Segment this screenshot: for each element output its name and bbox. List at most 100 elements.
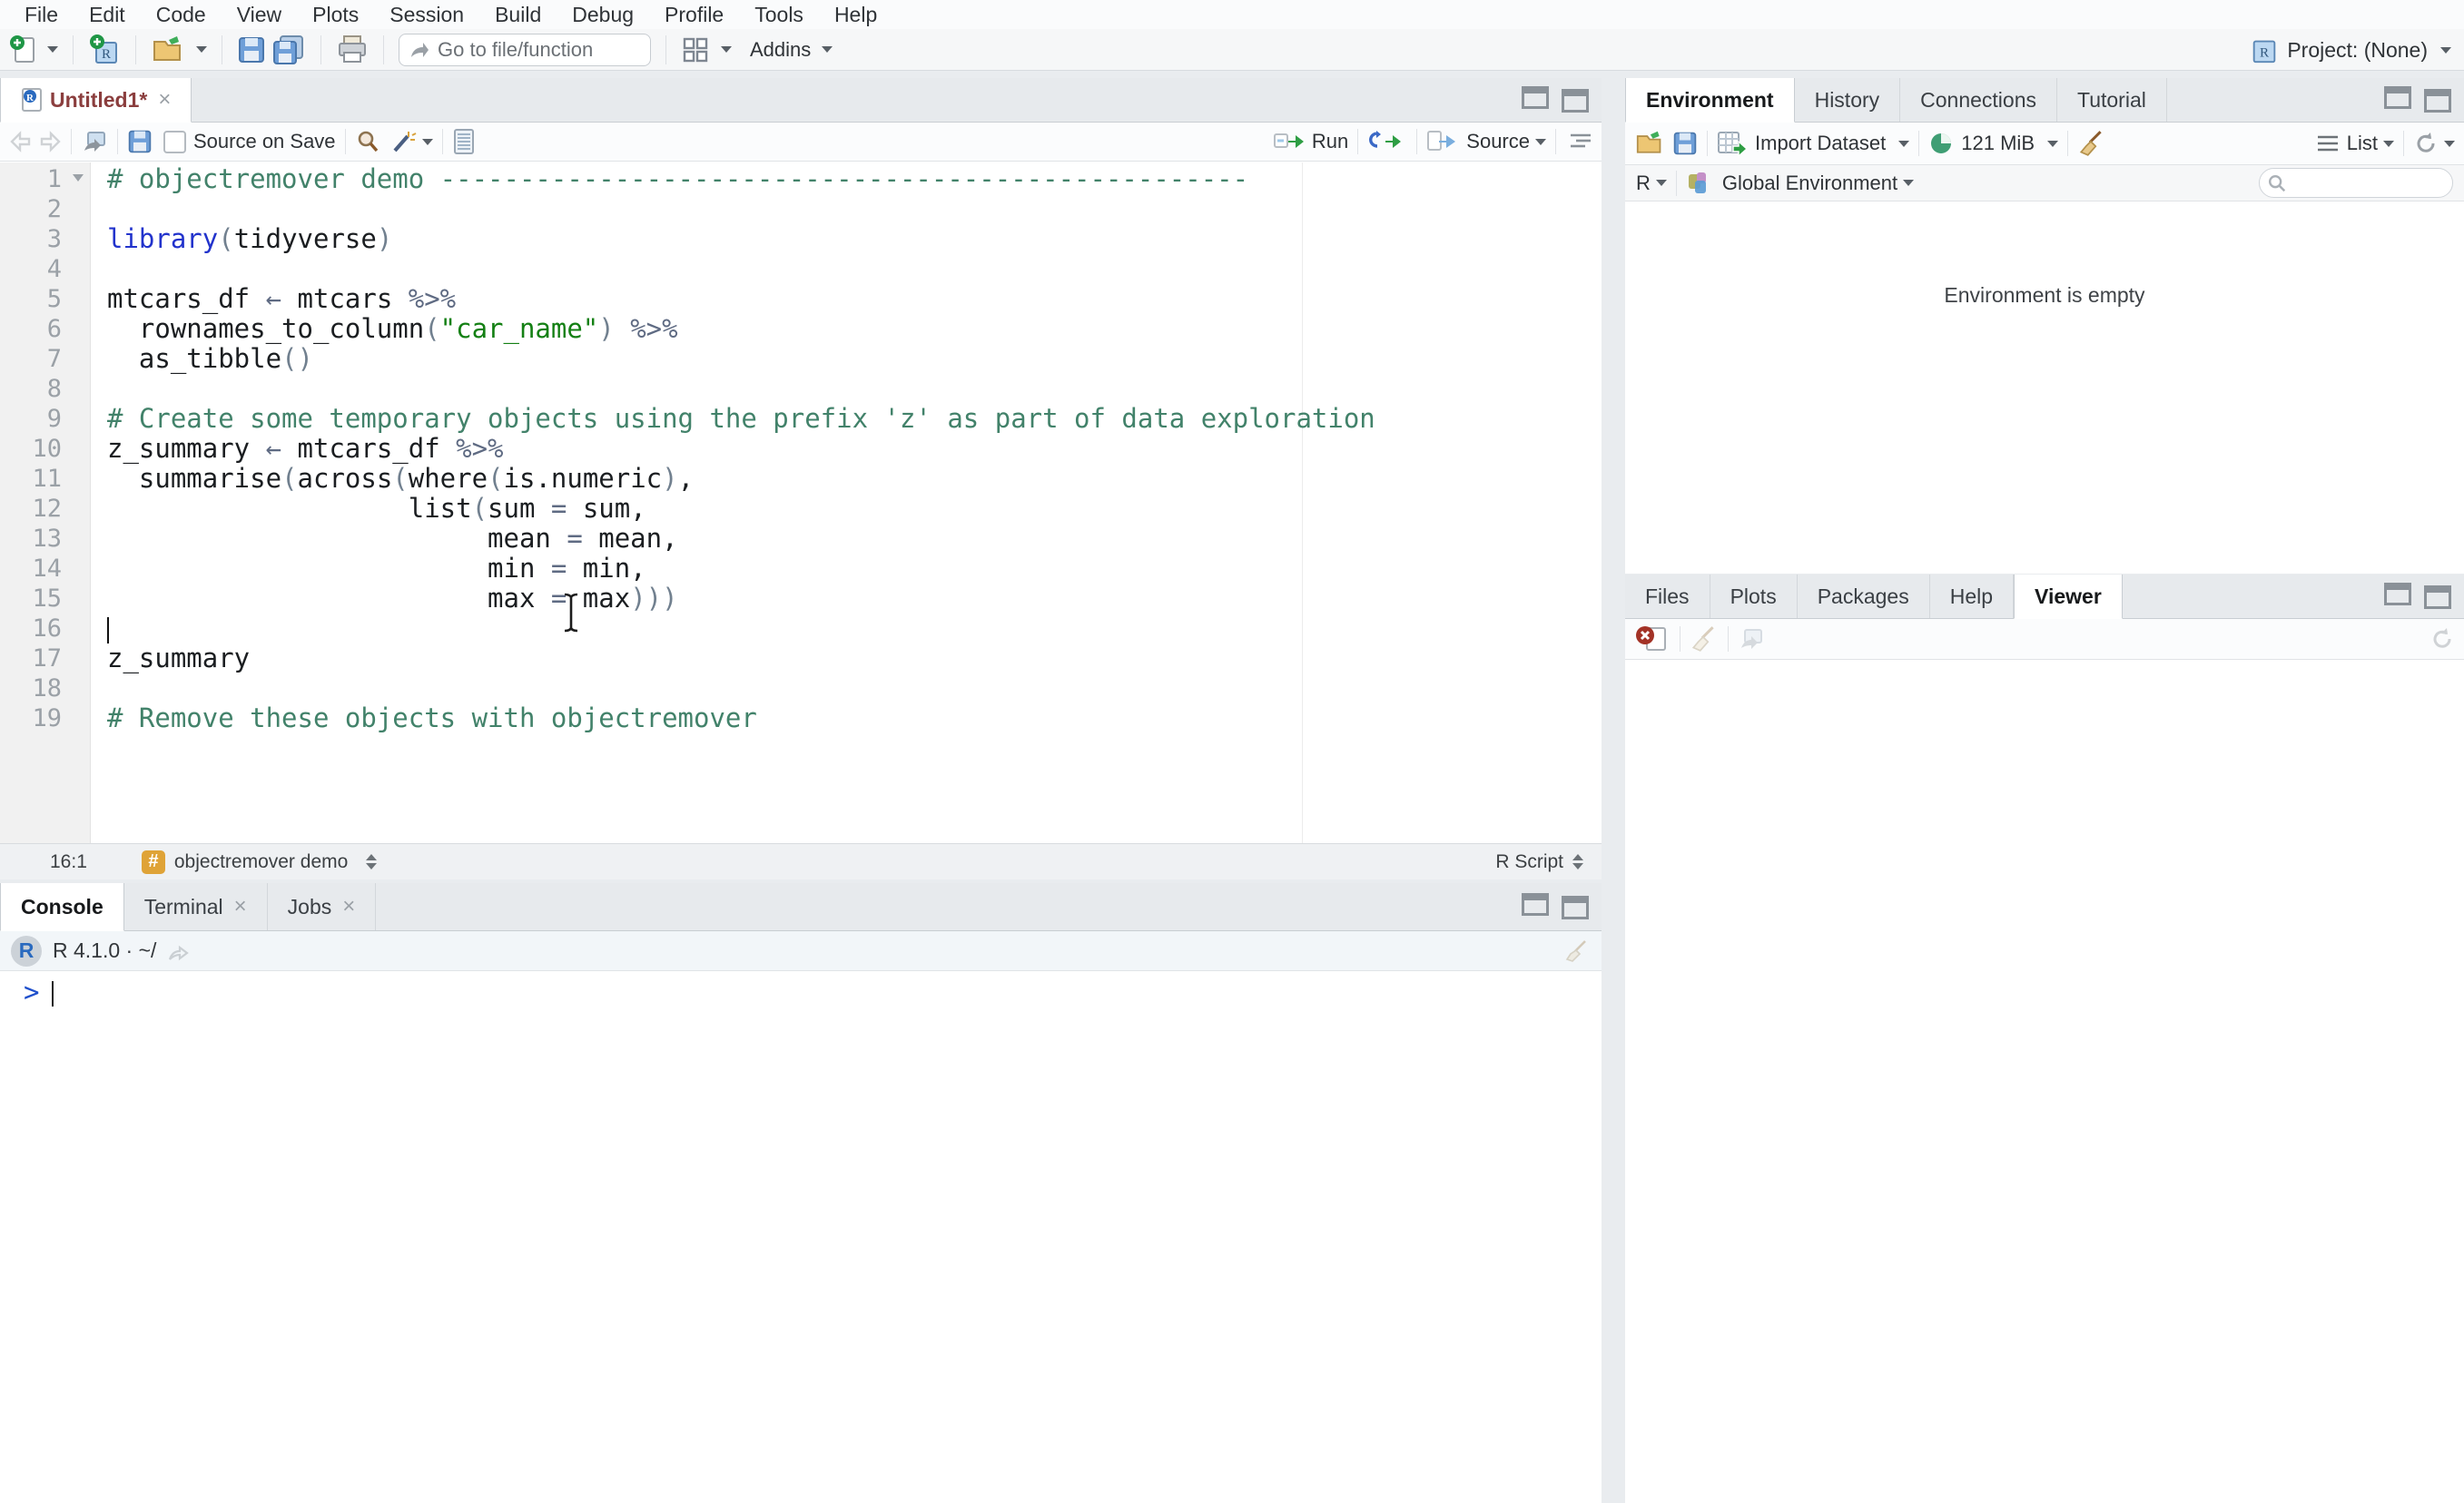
code-line-6[interactable]: 6 rownames_to_column("car_name") %>% xyxy=(0,314,1602,344)
file-type-selector[interactable]: R Script xyxy=(1495,851,1583,873)
document-outline-icon[interactable] xyxy=(1565,131,1592,152)
maximize-pane-icon[interactable] xyxy=(1562,89,1589,113)
code-line-16[interactable]: 16 xyxy=(0,614,1602,643)
code-tools-caret[interactable] xyxy=(421,138,433,145)
fold-arrow-icon[interactable] xyxy=(73,174,84,182)
code-line-5[interactable]: 5 mtcars_df ← mtcars %>% xyxy=(0,284,1602,314)
menu-build[interactable]: Build xyxy=(479,0,557,29)
code-line-3[interactable]: 3 library(tidyverse) xyxy=(0,224,1602,254)
files-tab-files[interactable]: Files xyxy=(1625,575,1710,618)
code-tools-icon[interactable] xyxy=(389,129,417,154)
rerun-button[interactable] xyxy=(1367,130,1407,153)
list-view-icon[interactable] xyxy=(2316,133,2340,153)
code-line-13[interactable]: 13 mean = mean, xyxy=(0,524,1602,554)
env-tab-history[interactable]: History xyxy=(1795,78,1901,122)
menu-view[interactable]: View xyxy=(222,0,297,29)
compile-report-icon[interactable] xyxy=(452,128,476,155)
minimize-viewer-icon[interactable] xyxy=(2382,583,2413,607)
menu-profile[interactable]: Profile xyxy=(649,0,739,29)
env-tab-environment[interactable]: Environment xyxy=(1625,78,1795,123)
run-button[interactable]: Run xyxy=(1273,130,1348,153)
menu-edit[interactable]: Edit xyxy=(74,0,141,29)
env-tab-connections[interactable]: Connections xyxy=(1900,78,2057,122)
code-line-11[interactable]: 11 summarise(across(where(is.numeric), xyxy=(0,464,1602,494)
code-line-17[interactable]: 17 z_summary xyxy=(0,643,1602,673)
code-line-15[interactable]: 15 max = max))) xyxy=(0,584,1602,614)
menu-help[interactable]: Help xyxy=(819,0,892,29)
addins-caret[interactable] xyxy=(822,46,833,53)
menu-tools[interactable]: Tools xyxy=(739,0,819,29)
viewer-broom-icon[interactable] xyxy=(1690,624,1719,653)
viewer-popout-icon[interactable] xyxy=(1738,626,1765,652)
save-workspace-icon[interactable] xyxy=(1672,131,1698,156)
editor-surface[interactable]: 1 # objectremover demo ------------------… xyxy=(0,162,1602,843)
code-line-14[interactable]: 14 min = min, xyxy=(0,554,1602,584)
minimize-env-icon[interactable] xyxy=(2382,86,2413,111)
console-tab-terminal[interactable]: Terminal × xyxy=(124,883,268,930)
code-line-18[interactable]: 18 xyxy=(0,673,1602,703)
print-icon[interactable] xyxy=(336,34,369,65)
environment-search-input[interactable] xyxy=(2259,168,2453,198)
open-file-dropdown-caret[interactable] xyxy=(196,46,207,53)
close-icon[interactable]: × xyxy=(234,894,247,919)
list-view-label[interactable]: List xyxy=(2347,132,2378,155)
list-view-caret[interactable] xyxy=(2383,140,2394,147)
code-line-10[interactable]: 10 z_summary ← mtcars_df %>% xyxy=(0,434,1602,464)
source-on-save-checkbox[interactable]: Source on Save xyxy=(163,130,336,153)
tab-untitled1[interactable]: R Untitled1* × xyxy=(0,78,192,123)
memory-usage-button[interactable]: 121 MiB xyxy=(1928,131,2058,156)
files-tab-packages[interactable]: Packages xyxy=(1798,575,1930,618)
refresh-caret[interactable] xyxy=(2444,140,2455,147)
new-file-dropdown-caret[interactable] xyxy=(47,46,58,53)
menu-code[interactable]: Code xyxy=(141,0,222,29)
files-tab-plots[interactable]: Plots xyxy=(1710,575,1798,618)
pane-layout-caret[interactable] xyxy=(721,46,732,53)
tab-close-icon[interactable]: × xyxy=(158,87,171,113)
code-line-1[interactable]: 1 # objectremover demo ------------------… xyxy=(0,164,1602,194)
find-icon[interactable] xyxy=(355,129,380,154)
console-popout-icon[interactable] xyxy=(167,940,191,962)
code-line-8[interactable]: 8 xyxy=(0,374,1602,404)
maximize-env-icon[interactable] xyxy=(2424,89,2451,113)
minimize-pane-icon[interactable] xyxy=(1520,86,1551,111)
save-icon[interactable] xyxy=(127,129,153,154)
files-tab-viewer[interactable]: Viewer xyxy=(2014,575,2123,619)
forward-icon[interactable] xyxy=(38,131,62,152)
project-menu-button[interactable]: R Project: (None) xyxy=(2249,34,2451,65)
popout-icon[interactable] xyxy=(81,129,108,154)
code-line-7[interactable]: 7 as_tibble() xyxy=(0,344,1602,374)
import-dataset-button[interactable]: Import Dataset xyxy=(1717,131,1910,156)
refresh-environment-icon[interactable] xyxy=(2413,131,2439,156)
maximize-viewer-icon[interactable] xyxy=(2424,585,2451,609)
r-scope-selector[interactable]: R xyxy=(1636,172,1667,195)
back-icon[interactable] xyxy=(9,131,33,152)
save-all-icon[interactable] xyxy=(271,34,306,65)
code-line-2[interactable]: 2 xyxy=(0,194,1602,224)
new-project-icon[interactable]: R xyxy=(88,34,121,66)
code-line-9[interactable]: 9 # Create some temporary objects using t… xyxy=(0,404,1602,434)
files-tab-help[interactable]: Help xyxy=(1930,575,2015,618)
open-file-icon[interactable] xyxy=(151,34,185,65)
env-tab-tutorial[interactable]: Tutorial xyxy=(2057,78,2167,122)
console-tab-jobs[interactable]: Jobs × xyxy=(268,883,377,930)
menu-file[interactable]: File xyxy=(9,0,74,29)
addins-button[interactable]: Addins xyxy=(750,38,811,62)
source-caret[interactable] xyxy=(1535,138,1546,145)
console-input-area[interactable]: > xyxy=(0,971,1602,1007)
maximize-console-icon[interactable] xyxy=(1562,896,1589,919)
section-selector[interactable]: # objectremover demo xyxy=(141,850,378,874)
menu-debug[interactable]: Debug xyxy=(557,0,649,29)
source-button[interactable]: Source xyxy=(1426,130,1530,153)
code-line-19[interactable]: 19 # Remove these objects with objectremo… xyxy=(0,703,1602,733)
new-file-icon[interactable] xyxy=(9,34,36,65)
code-lines[interactable]: 1 # objectremover demo ------------------… xyxy=(0,164,1602,733)
menu-plots[interactable]: Plots xyxy=(297,0,374,29)
code-line-4[interactable]: 4 xyxy=(0,254,1602,284)
code-line-12[interactable]: 12 list(sum = sum, xyxy=(0,494,1602,524)
save-icon[interactable] xyxy=(237,35,266,64)
clear-viewer-icon[interactable] xyxy=(1634,624,1671,653)
load-workspace-icon[interactable] xyxy=(1634,130,1665,157)
goto-file-input[interactable]: Go to file/function xyxy=(399,33,651,66)
pane-layout-icon[interactable] xyxy=(681,35,710,64)
close-icon[interactable]: × xyxy=(342,894,355,919)
